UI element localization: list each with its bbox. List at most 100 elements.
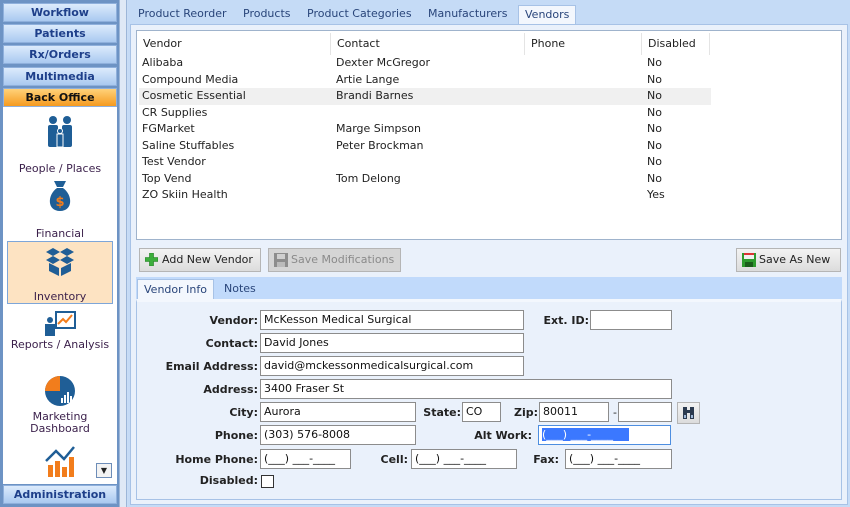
alt-work-value: (___) ___-____ [542, 428, 630, 441]
nav-marketing[interactable]: Marketing Dashboard [7, 375, 113, 439]
table-row[interactable]: Top Vend Tom Delong No [139, 171, 711, 188]
table-cell-disabled: No [647, 171, 662, 185]
table-cell-vendor: FGMarket [142, 122, 195, 135]
table-cell-disabled: Yes [647, 188, 665, 201]
zip-dash: - [613, 406, 617, 419]
nav-inventory[interactable]: Inventory [7, 241, 113, 304]
sidebar-splitter[interactable] [119, 0, 127, 507]
vendor-field[interactable]: McKesson Medical Surgical [260, 310, 524, 330]
tab-product-categories[interactable]: Product Categories [301, 5, 418, 24]
column-header-phone[interactable]: Phone [525, 33, 642, 55]
money-bag-icon: $ [49, 181, 71, 211]
table-cell-vendor: Alibaba [142, 56, 184, 69]
table-cell-vendor: Saline Stuffables [142, 138, 235, 152]
ext-id-label: Ext. ID: [543, 314, 590, 327]
nav-reports[interactable]: Reports / Analysis [7, 311, 113, 371]
table-cell-disabled: No [647, 105, 662, 119]
save-as-new-button[interactable]: Save As New [736, 248, 841, 272]
nav-label: Marketing Dashboard [30, 410, 90, 435]
chevron-down-icon[interactable]: ▼ [96, 463, 112, 478]
table-cell-vendor: Cosmetic Essential [142, 89, 246, 102]
tab-products[interactable]: Products [237, 5, 297, 24]
save-modifications-button[interactable]: Save Modifications [268, 248, 401, 272]
nav-label: People / Places [18, 162, 102, 175]
table-cell-vendor: Compound Media [142, 72, 239, 86]
contact-field[interactable]: David Jones [260, 333, 524, 353]
nav-people-places[interactable]: People / Places [7, 115, 113, 175]
table-row[interactable]: Cosmetic Essential Brandi Barnes No [139, 88, 711, 105]
band-workflow[interactable]: Workflow [3, 3, 117, 22]
table-row[interactable]: Alibaba Dexter McGregor No [139, 55, 711, 72]
table-cell-disabled: No [647, 89, 662, 102]
svg-text:$: $ [55, 195, 64, 210]
disabled-checkbox[interactable] [261, 475, 274, 488]
table-row[interactable]: Saline Stuffables Peter Brockman No [139, 138, 711, 155]
vendor-grid[interactable]: Vendor Contact Phone Disabled Alibaba Dex… [136, 30, 842, 240]
band-multimedia[interactable]: Multimedia [3, 67, 117, 86]
table-row[interactable]: FGMarket Marge Simpson No [139, 121, 711, 138]
sidebar: Workflow Patients Rx/Orders Multimedia B… [0, 0, 120, 507]
table-row[interactable]: ZO Skiin Health Yes [139, 187, 711, 204]
cell-field[interactable]: (___) ___-____ [411, 449, 517, 469]
table-row[interactable]: Test Vendor No [139, 154, 711, 171]
nav-financial[interactable]: $ Financial [7, 179, 113, 240]
phone-field[interactable]: (303) 576-8008 [260, 425, 416, 445]
zip4-field[interactable] [618, 402, 672, 422]
column-header-contact[interactable]: Contact [331, 33, 525, 55]
nav-label: Financial [35, 227, 85, 240]
table-cell-disabled: No [647, 122, 662, 135]
table-row[interactable]: CR Supplies No [139, 105, 711, 122]
home-phone-field[interactable]: (___) ___-____ [260, 449, 351, 469]
pie-chart-icon [45, 376, 75, 406]
plus-icon [145, 253, 158, 266]
city-label: City: [229, 406, 258, 419]
add-new-vendor-label: Add New Vendor [162, 253, 253, 266]
column-header-disabled[interactable]: Disabled [642, 33, 710, 55]
disabled-label: Disabled: [199, 474, 258, 487]
table-cell-vendor: Top Vend [142, 171, 192, 185]
ext-id-field[interactable] [590, 310, 672, 330]
alt-work-field[interactable]: (___) ___-____ [538, 425, 671, 445]
email-label: Email Address: [165, 360, 258, 373]
zip-lookup-button[interactable] [677, 402, 700, 424]
presentation-icon [45, 311, 76, 336]
fax-label: Fax: [533, 453, 559, 466]
table-cell-disabled: No [647, 56, 662, 69]
tab-manufacturers[interactable]: Manufacturers [422, 5, 513, 24]
save-modifications-label: Save Modifications [291, 253, 395, 266]
band-administration[interactable]: Administration [3, 485, 117, 504]
tab-vendors[interactable]: Vendors [518, 5, 577, 25]
table-cell-contact: Brandi Barnes [336, 89, 414, 102]
bar-chart-icon [45, 446, 75, 477]
fax-field[interactable]: (___) ___-____ [565, 449, 672, 469]
binoculars-icon [683, 407, 694, 419]
address-label: Address: [203, 383, 258, 396]
zip-field[interactable]: 80011 [539, 402, 609, 422]
band-rx-orders[interactable]: Rx/Orders [3, 45, 117, 64]
state-field[interactable]: CO [462, 402, 501, 422]
table-cell-contact: Artie Lange [336, 72, 400, 86]
nav-label: Reports / Analysis [10, 338, 110, 351]
email-field[interactable]: david@mckessonmedicalsurgical.com [260, 356, 524, 376]
subtab-vendor-info[interactable]: Vendor Info [137, 279, 214, 299]
table-row[interactable]: Compound Media Artie Lange No [139, 72, 711, 89]
address-field[interactable]: 3400 Fraser St [260, 379, 672, 399]
city-field[interactable]: Aurora [260, 402, 416, 422]
vendor-label: Vendor: [209, 314, 258, 327]
home-phone-label: Home Phone: [175, 453, 258, 466]
band-back-office[interactable]: Back Office [3, 88, 117, 107]
nav-icon-area: People / Places $ Financial Inventory Re… [3, 107, 117, 484]
add-new-vendor-button[interactable]: Add New Vendor [139, 248, 261, 272]
subtab-bar: Vendor Info Notes [136, 277, 842, 299]
band-patients[interactable]: Patients [3, 24, 117, 43]
contact-label: Contact: [205, 337, 258, 350]
tab-product-reorder[interactable]: Product Reorder [132, 5, 233, 24]
column-header-vendor[interactable]: Vendor [137, 33, 331, 55]
table-cell-contact: Dexter McGregor [336, 56, 430, 69]
cell-label: Cell: [380, 453, 408, 466]
nav-label: Inventory [33, 290, 87, 303]
table-cell-vendor: CR Supplies [142, 105, 208, 119]
state-label: State: [423, 406, 461, 419]
table-cell-disabled: No [647, 72, 662, 86]
subtab-notes[interactable]: Notes [218, 279, 262, 299]
